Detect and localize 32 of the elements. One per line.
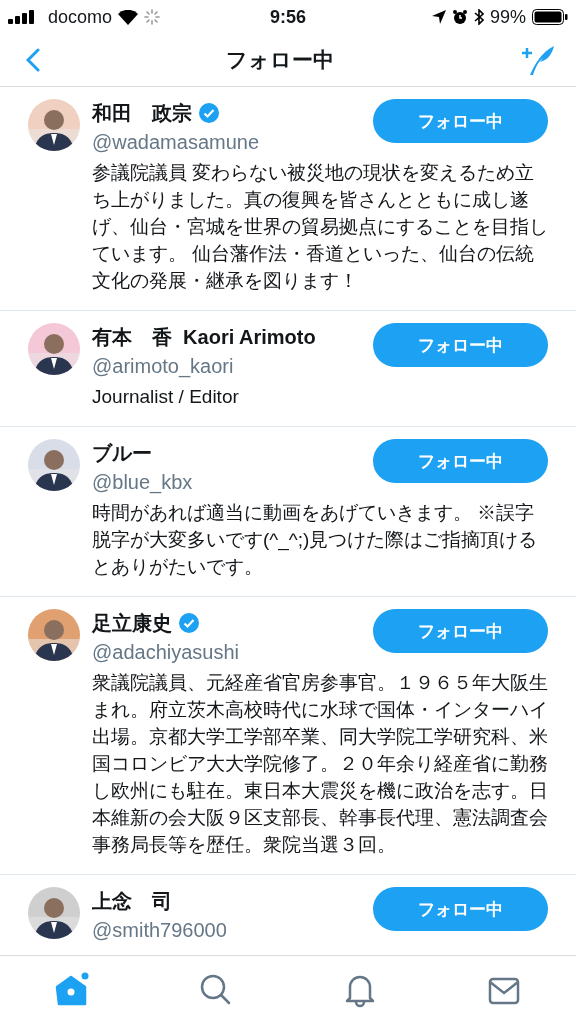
user-handle: @adachiyasushi [92,640,240,665]
battery-percent: 99% [489,6,526,28]
alarm-clock-icon [451,9,468,25]
user-name: 足立康史 [92,610,172,636]
user-name: 和田 政宗 [92,100,192,126]
bluetooth-icon [473,9,484,25]
carrier-name: docomo [48,6,113,28]
clock-time: 9:56 [270,6,306,28]
user-handle: @smith796000 [92,918,227,943]
user-name: 上念 司 [92,888,172,914]
following-button[interactable]: フォロー中 [373,99,548,143]
location-arrow-icon [431,10,446,24]
page-title: フォロー中 [226,47,334,73]
add-quill-icon[interactable] [520,44,556,76]
user-bio: 時間があれば適当に動画をあげていきます。 ※誤字脱字が大変多いです(^_^;)見つけた際はご指摘頂けるとありがたいです。 [92,501,539,579]
following-button[interactable]: フォロー中 [373,609,548,653]
user-handle: @blue_kbx [92,470,193,496]
user-bio: 参議院議員 変わらない被災地の現状を変えるため立ち上がりました。真の復興を皆さんとともに成し遂げ、仙台・宮城を世界の貿易拠点にすることを目指しています。 仙台藩作法・香道といった、仙台の伝統文化の発展・継承を図ります！ [92,161,548,293]
home-icon[interactable] [54,972,90,1008]
following-button[interactable]: フォロー中 [373,323,548,367]
wifi-icon [118,9,139,25]
user-name: ブルー [92,440,152,466]
battery-icon [532,9,568,25]
user-name: 有本 香 Kaori Arimoto [92,324,316,350]
spinner-icon [144,9,161,25]
user-bio: 衆議院議員、元経産省官房参事官。１９６５年大阪生まれ。府立茨木高校時代に水球で国体・インターハイ出場。京都大学工学部卒業、同大学院工学研究科、米国コロンビア大大学院修了。２０年余り経産省に勤務し欧州にも駐在。東日本大震災を機に政治を志す。日本維新の会大阪９区支部長、幹事長代理、憲法調査会事務局長等を歴任。衆院当選３回。 [92,671,548,857]
following-button[interactable]: フォロー中 [373,887,548,931]
user-handle: @wadamasamune [92,130,260,155]
user-bio: Journalist / Editor [92,385,240,409]
following-button[interactable]: フォロー中 [373,439,548,483]
user-handle: @arimoto_kaori [92,354,235,380]
back-chevron-icon[interactable] [26,48,40,72]
